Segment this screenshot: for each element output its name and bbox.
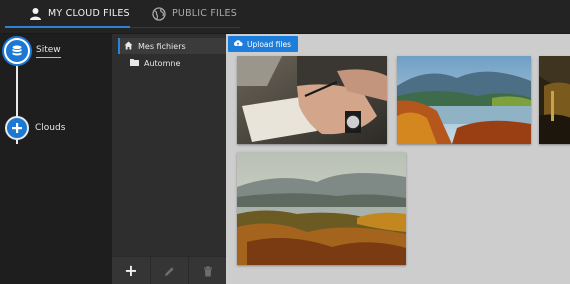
upload-files-button[interactable]: Upload files <box>228 36 298 52</box>
home-icon <box>124 41 133 52</box>
top-tab-bar: MY CLOUD FILES PUBLIC FILES <box>0 0 570 34</box>
folder-item-automne[interactable]: Automne <box>118 55 180 71</box>
folder-item-mes-fichiers[interactable]: Mes fichiers <box>118 38 226 54</box>
user-icon <box>29 7 42 20</box>
gallery-image-autumn-lake[interactable] <box>397 56 531 144</box>
plus-icon <box>5 116 29 140</box>
database-icon <box>4 38 30 64</box>
tab-public-files-label: PUBLIC FILES <box>172 8 237 19</box>
cloud-item-add[interactable]: Clouds <box>5 116 65 140</box>
folders-panel: Mes fichiers Automne + <box>112 34 226 284</box>
tab-my-cloud-files-label: MY CLOUD FILES <box>48 7 130 19</box>
folder-toolbar: + <box>112 256 226 284</box>
cloud-item-sitew[interactable]: Sitew <box>4 38 61 64</box>
add-folder-button[interactable]: + <box>112 257 150 284</box>
rename-folder-button[interactable] <box>150 257 188 284</box>
add-folder-label: + <box>124 261 138 280</box>
upload-files-label: Upload files <box>247 39 291 49</box>
pencil-icon <box>164 262 175 281</box>
trash-icon <box>203 262 213 281</box>
delete-folder-button[interactable] <box>188 257 226 284</box>
globe-icon <box>152 6 166 21</box>
tab-public-files[interactable]: PUBLIC FILES <box>130 0 240 28</box>
cloud-item-label: Clouds <box>35 123 66 133</box>
gallery-image-forest-partial[interactable] <box>539 56 570 144</box>
folder-icon <box>130 58 139 68</box>
clouds-panel: Sitew Clouds <box>0 34 112 284</box>
cloud-item-label: Sitew <box>36 45 61 58</box>
tab-my-cloud-files[interactable]: MY CLOUD FILES <box>5 0 130 28</box>
gallery-area: Upload files <box>226 34 570 284</box>
folder-label: Automne <box>144 58 181 68</box>
folder-label: Mes fichiers <box>138 41 186 51</box>
cloud-upload-icon <box>233 39 243 49</box>
gallery-image-misty-lake[interactable] <box>237 152 406 265</box>
gallery-image-notebook[interactable] <box>237 56 387 144</box>
